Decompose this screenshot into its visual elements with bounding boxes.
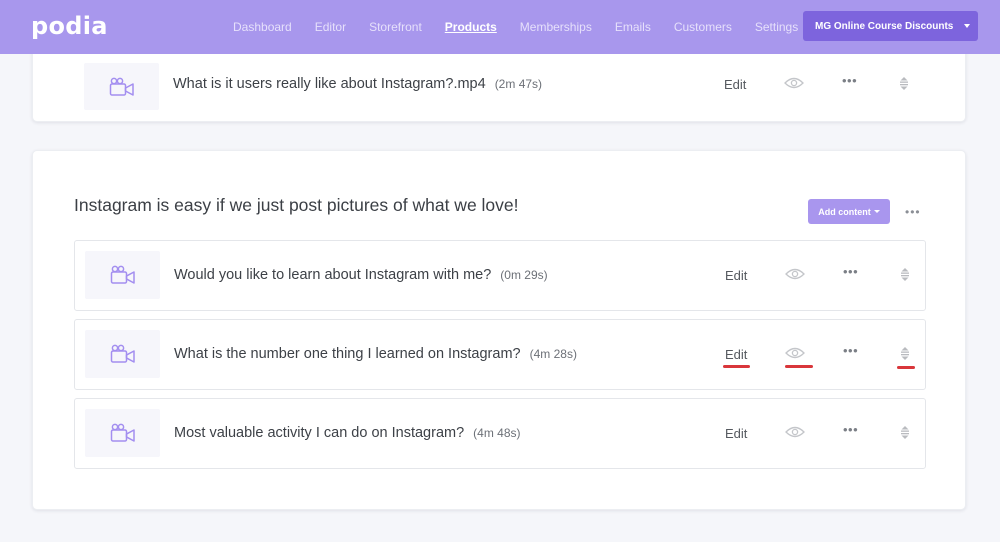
nav-products[interactable]: Products [445,20,497,34]
drag-handle-icon[interactable] [900,268,910,281]
section-more-options-icon[interactable]: ••• [905,205,921,219]
top-navigation-bar: podia Dashboard Editor Storefront Produc… [0,0,1000,54]
more-options-icon[interactable]: ••• [843,343,858,358]
site-switcher-label: MG Online Course Discounts [815,20,954,32]
more-options-icon[interactable]: ••• [843,264,858,279]
site-switcher-button[interactable]: MG Online Course Discounts [803,11,978,41]
add-content-label: Add content [818,206,871,217]
drag-handle-icon[interactable] [899,77,909,90]
eye-icon[interactable] [785,426,805,438]
drag-handle-icon[interactable] [900,426,910,439]
lesson-title-text: What is it users really like about Insta… [173,76,486,92]
video-camera-icon [110,265,135,284]
eye-icon[interactable] [785,268,805,280]
edit-button[interactable]: Edit [724,77,746,92]
add-content-button[interactable]: Add content [808,199,890,224]
edit-button[interactable]: Edit [725,426,747,441]
drag-handle-icon[interactable] [900,347,910,360]
lesson-title: Would you like to learn about Instagram … [174,267,548,283]
lesson-duration: (2m 47s) [494,77,543,91]
lesson-title: What is it users really like about Insta… [173,76,542,92]
edit-button[interactable]: Edit [725,268,747,283]
video-camera-icon [109,77,134,96]
eye-icon[interactable] [785,347,805,359]
lesson-row[interactable]: What is the number one thing I learned o… [74,319,926,390]
main-nav: Dashboard Editor Storefront Products Mem… [233,0,821,54]
lesson-thumbnail [84,63,159,110]
video-camera-icon [110,344,135,363]
lesson-duration: (4m 28s) [529,347,577,361]
more-options-icon[interactable]: ••• [843,422,858,437]
nav-editor[interactable]: Editor [315,20,346,34]
lesson-title-text: Would you like to learn about Instagram … [174,267,492,283]
lesson-title-text: What is the number one thing I learned o… [174,346,521,362]
lesson-thumbnail [85,409,160,457]
nav-storefront[interactable]: Storefront [369,20,422,34]
nav-settings[interactable]: Settings [755,20,798,34]
nav-emails[interactable]: Emails [615,20,651,34]
caret-down-icon [964,24,970,28]
section-card: Instagram is easy if we just post pictur… [32,150,966,510]
lesson-title: Most valuable activity I can do on Insta… [174,425,521,441]
edit-button[interactable]: Edit [725,347,747,362]
video-camera-icon [110,423,135,442]
lesson-thumbnail [85,330,160,378]
nav-memberships[interactable]: Memberships [520,20,592,34]
annotation-underline-drag [897,366,915,369]
lesson-row[interactable]: Would you like to learn about Instagram … [74,240,926,311]
eye-icon[interactable] [784,77,804,89]
nav-customers[interactable]: Customers [674,20,732,34]
caret-down-icon [873,210,880,213]
more-options-icon[interactable]: ••• [842,73,857,88]
lesson-title: What is the number one thing I learned o… [174,346,577,362]
podia-logo[interactable]: podia [31,12,108,40]
section-title[interactable]: Instagram is easy if we just post pictur… [74,195,519,216]
lesson-duration: (4m 48s) [473,426,521,440]
lesson-thumbnail [85,251,160,299]
lesson-title-text: Most valuable activity I can do on Insta… [174,425,465,441]
annotation-underline-eye [785,365,813,368]
lesson-duration: (0m 29s) [500,268,548,282]
nav-dashboard[interactable]: Dashboard [233,20,292,34]
lesson-row[interactable]: Most valuable activity I can do on Insta… [74,398,926,469]
annotation-underline-edit [723,365,750,368]
